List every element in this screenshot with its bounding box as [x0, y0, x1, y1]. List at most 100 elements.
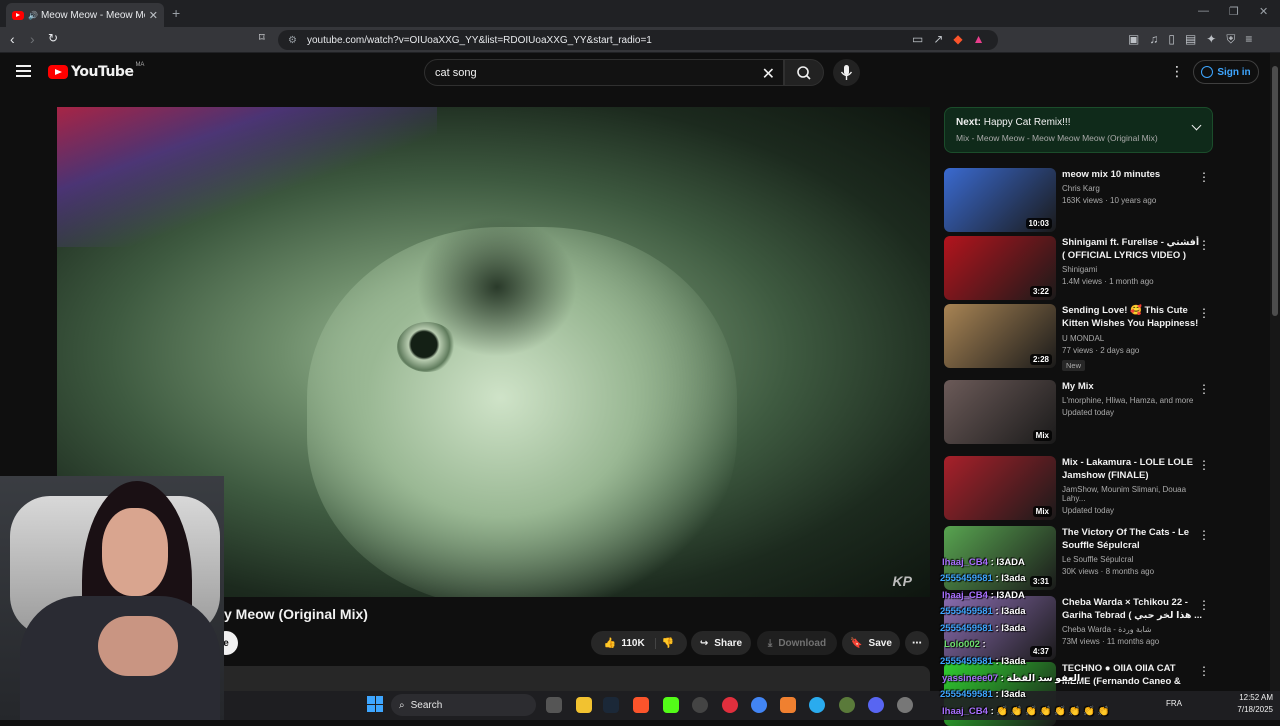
recommendation-item[interactable]: Mix Mix - Lakamura - LOLE LOLE Jamshow (F… [944, 456, 1214, 520]
dislike-button[interactable]: 👎 [662, 638, 674, 649]
like-button[interactable]: 👍 110K [604, 637, 656, 649]
rewards-icon[interactable]: ▲ [973, 32, 985, 46]
chrome-icon[interactable] [751, 697, 767, 713]
download-button[interactable]: ⤓ Download [757, 631, 837, 655]
leo-icon[interactable]: ✦ [1206, 32, 1216, 47]
vpn-icon[interactable]: ⛨ [1226, 32, 1235, 47]
back-icon[interactable]: ‹ [10, 31, 15, 47]
recommendation-info: The Victory Of The Cats - Le Souffle Sép… [1062, 526, 1202, 576]
recommendation-title[interactable]: Sending Love! 🥰 This Cute Kitten Wishes … [1062, 304, 1202, 331]
more-vert-icon[interactable]: ⋮ [1198, 664, 1210, 678]
channel-name[interactable]: U MONDAL [1062, 334, 1202, 343]
site-info-icon[interactable]: ⚙ [288, 35, 297, 46]
share-button[interactable]: ↪ Share [691, 631, 751, 655]
more-vert-icon[interactable]: ⋮ [1198, 458, 1210, 472]
recommendation-item[interactable]: 2:28 Sending Love! 🥰 This Cute Kitten Wis… [944, 304, 1214, 371]
channel-name[interactable]: Chris Karg [1062, 184, 1202, 193]
save-button[interactable]: 🔖 Save [842, 631, 900, 655]
reload-icon[interactable]: ↻ [48, 31, 58, 45]
brave-icon[interactable] [633, 697, 649, 713]
chat-message: lhaaj_CB4 : I3ADA [942, 557, 1025, 568]
search-input[interactable]: cat song ✕ [424, 59, 784, 86]
recommendation-title[interactable]: The Victory Of The Cats - Le Souffle Sép… [1062, 526, 1202, 552]
recommendation-info: meow mix 10 minutes Chris Karg 163K views … [1062, 168, 1202, 205]
brave-shield-icon[interactable]: ◆ [953, 32, 962, 46]
video-thumbnail[interactable]: Mix [944, 456, 1056, 520]
duration-badge: 3:22 [1029, 286, 1052, 297]
scrollbar-thumb[interactable] [1272, 66, 1278, 316]
recommendation-title[interactable]: TECHNO ● OIIA OIIA CAT MEME (Fernando Ca… [1062, 662, 1202, 689]
voice-search-button[interactable] [833, 59, 860, 86]
cast-icon[interactable]: ▭ [912, 32, 923, 46]
music-icon[interactable]: ♫ [1149, 32, 1158, 47]
chat-text: I3ada [1001, 606, 1026, 617]
youtube-logo[interactable]: YouTube MA [48, 62, 144, 80]
more-actions-button[interactable]: ⋯ [905, 631, 929, 655]
new-tab-button[interactable]: + [172, 5, 180, 21]
app-icon-orange[interactable] [780, 697, 796, 713]
video-thumbnail[interactable]: 3:22 [944, 236, 1056, 300]
input-language[interactable]: FRA [1166, 699, 1182, 708]
video-thumbnail[interactable]: 2:28 [944, 304, 1056, 368]
channel-name[interactable]: Le Souffle Sépulcral [1062, 555, 1202, 564]
recommendation-title[interactable]: Shinigami ft. Furelise - أفشتي ( OFFICIA… [1062, 236, 1202, 262]
video-thumbnail[interactable]: Mix [944, 380, 1056, 444]
browser-tab[interactable]: 🔊 Meow Meow - Meow Meow ✕ [6, 3, 164, 27]
recommendation-title[interactable]: My Mix [1062, 380, 1202, 393]
bookmark-icon[interactable]: ⌑ [259, 31, 265, 44]
more-vert-icon[interactable]: ⋮ [1198, 598, 1210, 612]
settings-more-icon[interactable]: ⋮ [1170, 63, 1184, 80]
minimize-icon[interactable]: — [1198, 5, 1209, 17]
channel-name[interactable]: Cheba Warda - شابة وردة [1062, 625, 1202, 634]
sign-in-button[interactable]: Sign in [1193, 60, 1259, 84]
recommendation-title[interactable]: meow mix 10 minutes [1062, 168, 1202, 181]
account-icon [1201, 66, 1214, 78]
app-icon-green[interactable] [839, 697, 855, 713]
chat-text: I3ada [1001, 656, 1026, 667]
task-view-icon[interactable] [546, 697, 562, 713]
description-box[interactable] [214, 666, 930, 691]
app-icon-red[interactable] [722, 697, 738, 713]
recommendation-item[interactable]: 10:03 meow mix 10 minutes Chris Karg 163K v… [944, 168, 1214, 232]
clear-search-icon[interactable]: ✕ [762, 64, 775, 84]
maximize-icon[interactable]: ❐ [1229, 5, 1239, 18]
obs-icon[interactable] [692, 697, 708, 713]
forward-icon[interactable]: › [30, 31, 35, 47]
reader-icon[interactable]: ▣ [1128, 32, 1139, 47]
tab-close-icon[interactable]: ✕ [149, 9, 158, 22]
more-vert-icon[interactable]: ⋮ [1198, 528, 1210, 542]
telegram-icon[interactable] [809, 697, 825, 713]
hamburger-menu-icon[interactable] [16, 65, 31, 77]
recommendation-title[interactable]: Mix - Lakamura - LOLE LOLE Jamshow (FINA… [1062, 456, 1202, 482]
channel-name[interactable]: Shinigami [1062, 265, 1202, 274]
recommendation-title[interactable]: Cheba Warda × Tchikou 22 - Gariha Tebrad… [1062, 596, 1202, 622]
taskbar-search[interactable]: ⌕ Search [391, 694, 536, 716]
share-page-icon[interactable]: ↗ [933, 32, 943, 46]
video-meta: Updated today [1062, 408, 1115, 417]
more-vert-icon[interactable]: ⋮ [1198, 382, 1210, 396]
kick-icon[interactable] [663, 697, 679, 713]
youtube-favicon-icon [12, 10, 24, 20]
file-explorer-icon[interactable] [576, 697, 592, 713]
search-button[interactable] [784, 59, 824, 86]
windows-start-icon[interactable] [367, 696, 383, 712]
playlist-next-panel[interactable]: Next: Happy Cat Remix!!! Mix - Meow Meow… [944, 107, 1213, 153]
more-vert-icon[interactable]: ⋮ [1198, 170, 1210, 184]
discord-icon[interactable] [868, 697, 884, 713]
channel-name[interactable]: JamShow, Mounim Slimani, Douaa Lahy... [1062, 485, 1202, 503]
recommendation-item[interactable]: Mix My Mix L'morphine, Hliwa, Hamza, and m… [944, 380, 1214, 444]
browser-menu-icon[interactable]: ≡ [1245, 32, 1252, 47]
more-vert-icon[interactable]: ⋮ [1198, 306, 1210, 320]
sidebar-icon[interactable]: ▯ [1168, 32, 1175, 47]
settings-icon[interactable] [897, 697, 913, 713]
recommendation-item[interactable]: 3:22 Shinigami ft. Furelise - أفشتي ( OFF… [944, 236, 1214, 300]
more-vert-icon[interactable]: ⋮ [1198, 238, 1210, 252]
steam-icon[interactable] [603, 697, 619, 713]
chat-message: Lolo002 : [944, 639, 986, 650]
video-thumbnail[interactable]: 10:03 [944, 168, 1056, 232]
system-clock[interactable]: 12:52 AM 7/18/2025 [1225, 692, 1273, 716]
address-bar[interactable]: ⚙ youtube.com/watch?v=OIUoaXXG_YY&list=R… [278, 30, 998, 50]
window-close-icon[interactable]: ✕ [1259, 5, 1268, 18]
channel-name[interactable]: L'morphine, Hliwa, Hamza, and more [1062, 396, 1202, 405]
wallet-icon[interactable]: ▤ [1185, 32, 1196, 47]
